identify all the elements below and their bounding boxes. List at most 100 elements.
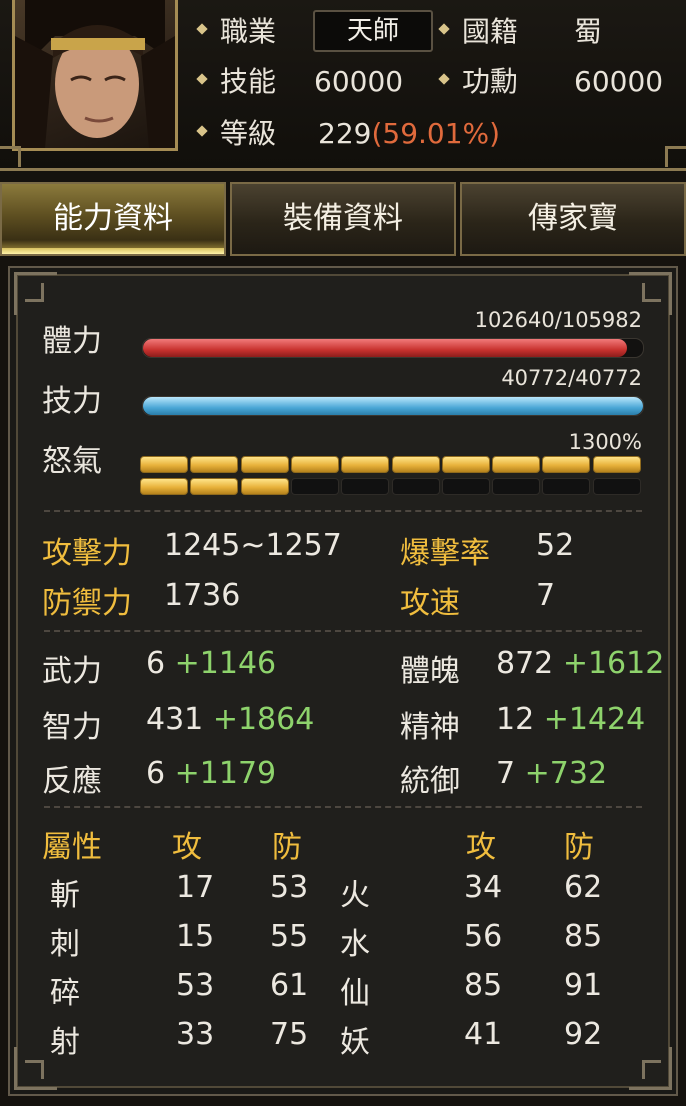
element-header-defense: 防 — [272, 830, 302, 865]
element-cell-a: 碎 — [50, 976, 80, 1011]
attack-speed-label: 攻速 — [400, 586, 460, 621]
attack-speed-value: 7 — [536, 578, 556, 613]
attr-label-strength: 武力 — [42, 654, 102, 689]
divider — [44, 630, 642, 632]
bullet-icon — [196, 125, 208, 137]
skill-value: 60000 — [314, 65, 404, 98]
character-portrait[interactable] — [12, 0, 178, 151]
tab-bar: 能力資料 裝備資料 傳家寶 — [0, 182, 686, 256]
bullet-icon — [438, 23, 450, 35]
tab-ability-data[interactable]: 能力資料 — [0, 182, 226, 256]
element-header-defense-2: 防 — [564, 830, 594, 865]
attr-base: 431 — [146, 702, 204, 737]
attr-label-command: 統御 — [400, 764, 460, 799]
frame-corner — [0, 146, 21, 167]
rage-segment — [391, 456, 440, 473]
element-cell-b-atk: 34 — [464, 870, 503, 905]
attr-base: 6 — [146, 756, 166, 791]
element-cell-b: 妖 — [340, 1025, 370, 1060]
mp-bar-fill — [143, 397, 643, 415]
element-cell-a-atk: 15 — [176, 919, 215, 954]
bullet-icon — [196, 73, 208, 85]
attr-base: 872 — [496, 646, 554, 681]
crit-rate-label: 爆擊率 — [400, 536, 490, 571]
frame-corner — [665, 146, 686, 167]
skill-field: 技能 — [196, 62, 276, 102]
attr-value-intellect: 431 +1864 — [146, 702, 314, 737]
element-cell-b: 仙 — [340, 976, 370, 1011]
nation-field: 國籍 — [438, 12, 519, 52]
element-cell-b-def: 92 — [564, 1017, 603, 1052]
divider — [44, 510, 642, 512]
attr-value-command: 7 +732 — [496, 756, 607, 791]
nation-label: 國籍 — [462, 15, 519, 48]
rage-segment — [341, 456, 390, 473]
attr-bonus: +1864 — [212, 702, 315, 737]
rage-segment — [441, 478, 490, 495]
element-cell-a-def: 55 — [270, 919, 309, 954]
element-header-attack-2: 攻 — [466, 830, 496, 865]
attr-base: 12 — [496, 702, 535, 737]
element-header-attack: 攻 — [172, 830, 202, 865]
element-cell-a-atk: 17 — [176, 870, 215, 905]
element-cell-a: 斬 — [50, 878, 80, 913]
rage-segment — [592, 456, 641, 473]
attr-bonus: +1146 — [174, 646, 277, 681]
attr-value-physique: 872 +1612 — [496, 646, 664, 681]
rage-segment — [542, 478, 591, 495]
rage-segment — [341, 478, 390, 495]
element-cell-b-def: 85 — [564, 919, 603, 954]
merit-value: 60000 — [574, 65, 664, 98]
rage-segment — [140, 456, 188, 473]
hp-bar-fill — [143, 339, 628, 357]
bullet-icon — [438, 73, 450, 85]
merit-field: 功勳 — [438, 62, 518, 102]
rage-label: 怒氣 — [42, 444, 102, 479]
portrait-image — [15, 0, 175, 148]
rage-segment — [240, 478, 289, 495]
attr-bonus: +1179 — [174, 756, 277, 791]
element-cell-b-def: 91 — [564, 968, 603, 1003]
element-cell-a-atk: 33 — [176, 1017, 215, 1052]
corner-ornament — [14, 272, 57, 315]
bullet-icon — [196, 23, 208, 35]
tab-equipment-data[interactable]: 裝備資料 — [230, 182, 456, 256]
level-field: 等級 — [196, 114, 277, 154]
level-value: 229 — [318, 117, 372, 150]
class-field: 職業 — [196, 12, 277, 52]
class-label: 職業 — [220, 15, 277, 48]
divider — [44, 806, 642, 808]
rage-segment — [542, 456, 591, 473]
active-tab-indicator — [2, 248, 224, 254]
rage-segment — [441, 456, 490, 473]
rage-segment — [492, 456, 541, 473]
crit-rate-value: 52 — [536, 528, 575, 563]
hp-bar — [142, 338, 644, 358]
element-cell-a-def: 61 — [270, 968, 309, 1003]
class-value-box: 天師 — [313, 10, 433, 52]
element-cell-a: 射 — [50, 1025, 80, 1060]
attr-label-reflex: 反應 — [42, 764, 102, 799]
hp-label: 體力 — [42, 324, 102, 359]
attr-value-strength: 6 +1146 — [146, 646, 276, 681]
rage-segment — [492, 478, 541, 495]
level-value-group: 229(59.01%) — [318, 114, 500, 154]
element-cell-a-def: 53 — [270, 870, 309, 905]
element-cell-a-def: 75 — [270, 1017, 309, 1052]
tab-label: 能力資料 — [53, 201, 173, 236]
element-cell-b-atk: 56 — [464, 919, 503, 954]
hp-text: 102640/105982 — [474, 308, 642, 332]
tab-heirloom[interactable]: 傳家寶 — [460, 182, 686, 256]
rage-segment — [592, 478, 641, 495]
attr-base: 7 — [496, 756, 516, 791]
defense-value: 1736 — [164, 578, 241, 613]
attack-label: 攻擊力 — [42, 536, 132, 571]
element-cell-b-atk: 41 — [464, 1017, 503, 1052]
mp-label: 技力 — [42, 384, 102, 419]
attr-bonus: +1612 — [562, 646, 665, 681]
level-label: 等級 — [220, 117, 277, 150]
attr-label-spirit: 精神 — [400, 710, 460, 745]
rage-text: 1300% — [568, 430, 642, 454]
nation-value: 蜀 — [574, 15, 603, 48]
level-percent: (59.01%) — [371, 117, 501, 150]
